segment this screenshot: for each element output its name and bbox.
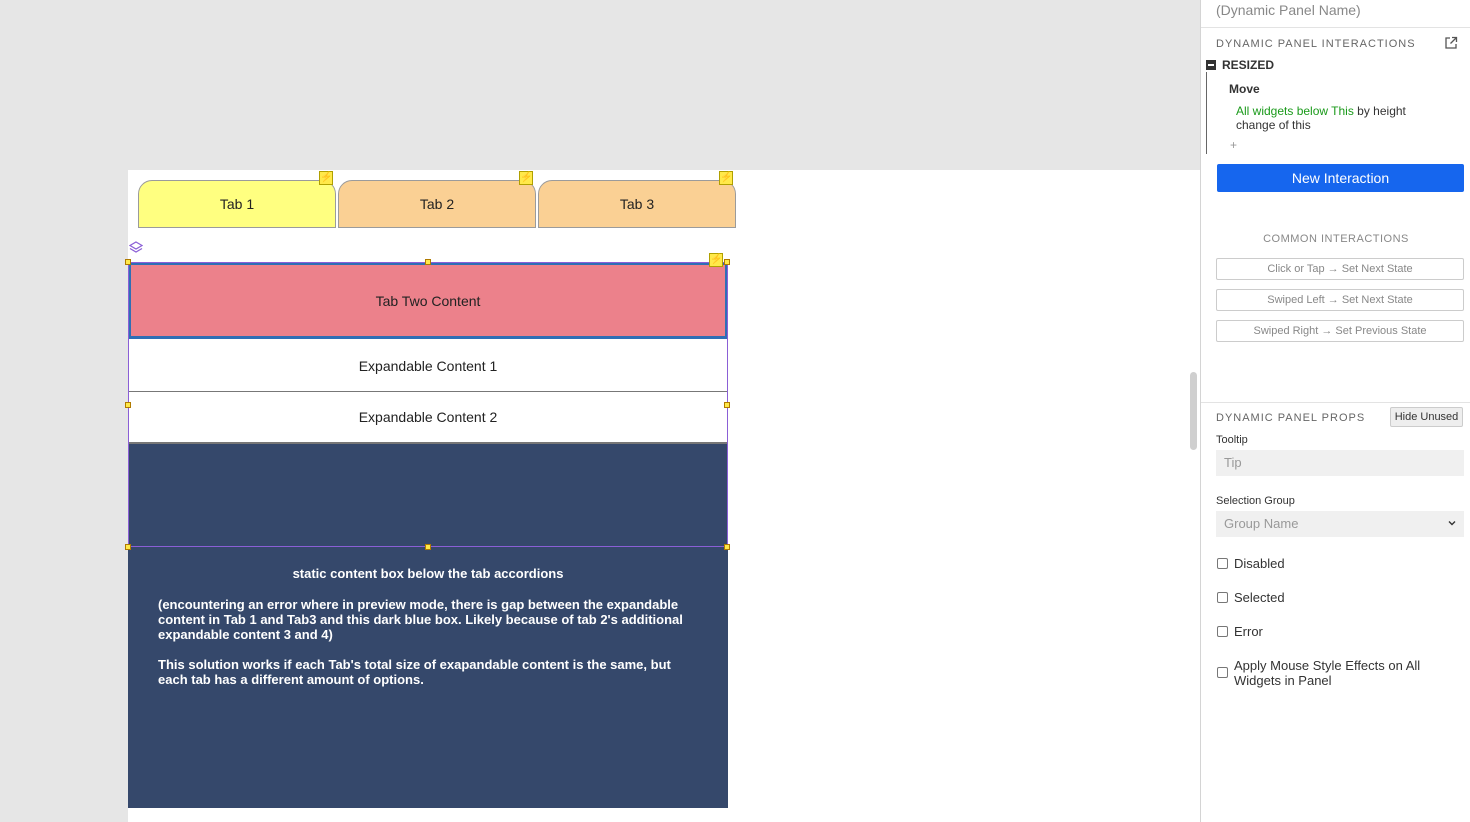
resize-handle[interactable] — [724, 544, 730, 550]
selected-checkbox[interactable] — [1217, 592, 1228, 603]
common-interaction-button[interactable]: Swiped Left → Set Next State — [1216, 289, 1464, 311]
lightning-icon[interactable]: ⚡ — [709, 253, 723, 267]
layers-icon[interactable] — [129, 241, 143, 255]
selection-group-label: Selection Group — [1216, 495, 1295, 507]
divider — [1201, 27, 1470, 28]
expandable-content-1[interactable]: Expandable Content 1 — [128, 340, 728, 392]
static-box-title: static content box below the tab accordi… — [292, 566, 564, 581]
tab-2[interactable]: Tab 2 — [338, 180, 536, 228]
tab-two-content-label: Tab Two Content — [375, 292, 481, 309]
tab-1-label: Tab 1 — [219, 196, 255, 212]
props-header: DYNAMIC PANEL PROPS — [1216, 412, 1366, 424]
design-canvas[interactable]: Tab 1 Tab 2 Tab 3 ⚡ ⚡ ⚡ Tab Two Content … — [0, 0, 1200, 822]
action-target: All widgets below This — [1236, 104, 1354, 118]
divider — [1201, 402, 1470, 403]
tooltip-label: Tooltip — [1216, 434, 1248, 446]
lightning-icon[interactable]: ⚡ — [719, 171, 733, 185]
common-interaction-button[interactable]: Swiped Right → Set Previous State — [1216, 320, 1464, 342]
event-name[interactable]: RESIZED — [1222, 58, 1274, 72]
expandable-content-2-label: Expandable Content 2 — [358, 409, 498, 425]
disabled-checkbox[interactable] — [1217, 558, 1228, 569]
error-checkbox[interactable] — [1217, 626, 1228, 637]
mouse-style-checkbox[interactable] — [1217, 667, 1228, 678]
resize-handle[interactable] — [125, 544, 131, 550]
mouse-style-label[interactable]: Apply Mouse Style Effects on All Widgets… — [1234, 658, 1439, 688]
add-action-button[interactable]: + — [1230, 138, 1237, 152]
action-description[interactable]: All widgets below This by height change … — [1236, 104, 1436, 132]
tab-two-content[interactable]: Tab Two Content — [128, 262, 728, 339]
lightning-icon[interactable]: ⚡ — [319, 171, 333, 185]
tab-1[interactable]: Tab 1 — [138, 180, 336, 228]
action-name[interactable]: Move — [1229, 82, 1260, 96]
tab-3[interactable]: Tab 3 — [538, 180, 736, 228]
common-interaction-button[interactable]: Click or Tap → Set Next State — [1216, 258, 1464, 280]
resize-handle[interactable] — [724, 259, 730, 265]
new-interaction-button[interactable]: New Interaction — [1217, 164, 1464, 192]
resize-handle[interactable] — [425, 544, 431, 550]
disabled-label[interactable]: Disabled — [1234, 556, 1285, 571]
panel-name-field[interactable]: (Dynamic Panel Name) — [1216, 2, 1361, 18]
chevron-down-icon — [1448, 521, 1456, 526]
static-box-paragraph-1: (encountering an error where in preview … — [158, 597, 683, 642]
interactions-header: DYNAMIC PANEL INTERACTIONS — [1216, 38, 1416, 50]
collapse-icon[interactable] — [1206, 60, 1216, 70]
lightning-icon[interactable]: ⚡ — [519, 171, 533, 185]
tab-2-label: Tab 2 — [419, 196, 455, 212]
tree-line — [1206, 72, 1207, 154]
tab-3-label: Tab 3 — [619, 196, 655, 212]
selection-group-select[interactable]: Group Name — [1216, 511, 1464, 537]
expandable-content-1-label: Expandable Content 1 — [358, 357, 498, 374]
resize-handle[interactable] — [125, 402, 131, 408]
selected-label[interactable]: Selected — [1234, 590, 1285, 605]
static-box-paragraph-2: This solution works if each Tab's total … — [158, 657, 671, 687]
hide-unused-button[interactable]: Hide Unused — [1390, 407, 1463, 427]
resize-handle[interactable] — [724, 402, 730, 408]
expandable-content-2[interactable]: Expandable Content 2 — [128, 392, 728, 444]
canvas-scrollbar[interactable] — [1190, 372, 1197, 450]
resize-handle[interactable] — [125, 259, 131, 265]
error-label[interactable]: Error — [1234, 624, 1263, 639]
selection-group-value: Group Name — [1224, 516, 1299, 531]
resize-handle[interactable] — [425, 259, 431, 265]
open-external-icon[interactable] — [1444, 36, 1458, 50]
tooltip-input[interactable]: Tip — [1216, 450, 1464, 476]
common-interactions-header: COMMON INTERACTIONS — [1263, 233, 1409, 245]
properties-panel: (Dynamic Panel Name) DYNAMIC PANEL INTER… — [1200, 0, 1470, 822]
